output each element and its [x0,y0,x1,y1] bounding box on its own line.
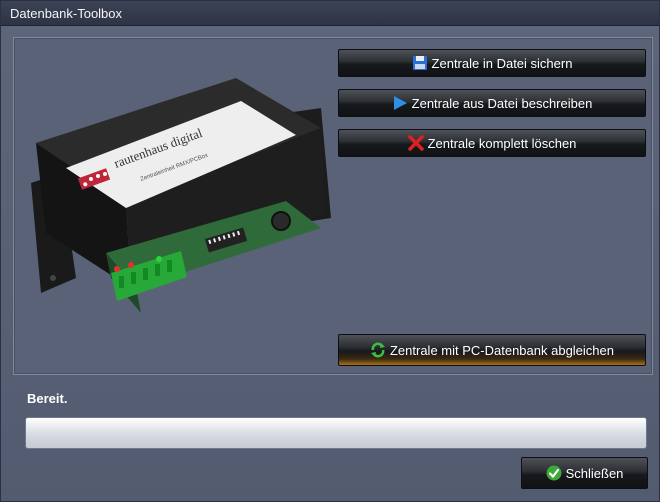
window-title: Datenbank-Toolbox [10,6,123,21]
status-text: Bereit. [27,391,68,406]
red-x-icon [407,135,424,151]
close-button[interactable]: Schließen [521,457,648,489]
device-image: rautenhaus digital Zentraleinheit RMX/PC… [31,78,331,313]
sync-database-label: Zentrale mit PC-Datenbank abgleichen [389,342,614,358]
progress-bar [25,417,647,449]
save-to-file-button[interactable]: Zentrale in Datei sichern [338,49,646,77]
write-from-file-button[interactable]: Zentrale aus Datei beschreiben [338,89,646,117]
delete-all-button[interactable]: Zentrale komplett löschen [338,129,646,157]
close-label: Schließen [565,465,624,481]
sync-arrows-icon [370,342,385,358]
floppy-disk-icon [412,56,427,70]
toolbox-window: Datenbank-Toolbox rautenhaus digital Zen… [0,0,660,502]
sync-database-button[interactable]: Zentrale mit PC-Datenbank abgleichen [338,334,646,366]
save-to-file-label: Zentrale in Datei sichern [431,55,573,71]
write-from-file-label: Zentrale aus Datei beschreiben [411,95,593,111]
play-arrow-icon [393,96,407,110]
title-bar: Datenbank-Toolbox [1,1,659,26]
checkmark-icon [546,465,562,481]
delete-all-label: Zentrale komplett löschen [427,135,577,151]
